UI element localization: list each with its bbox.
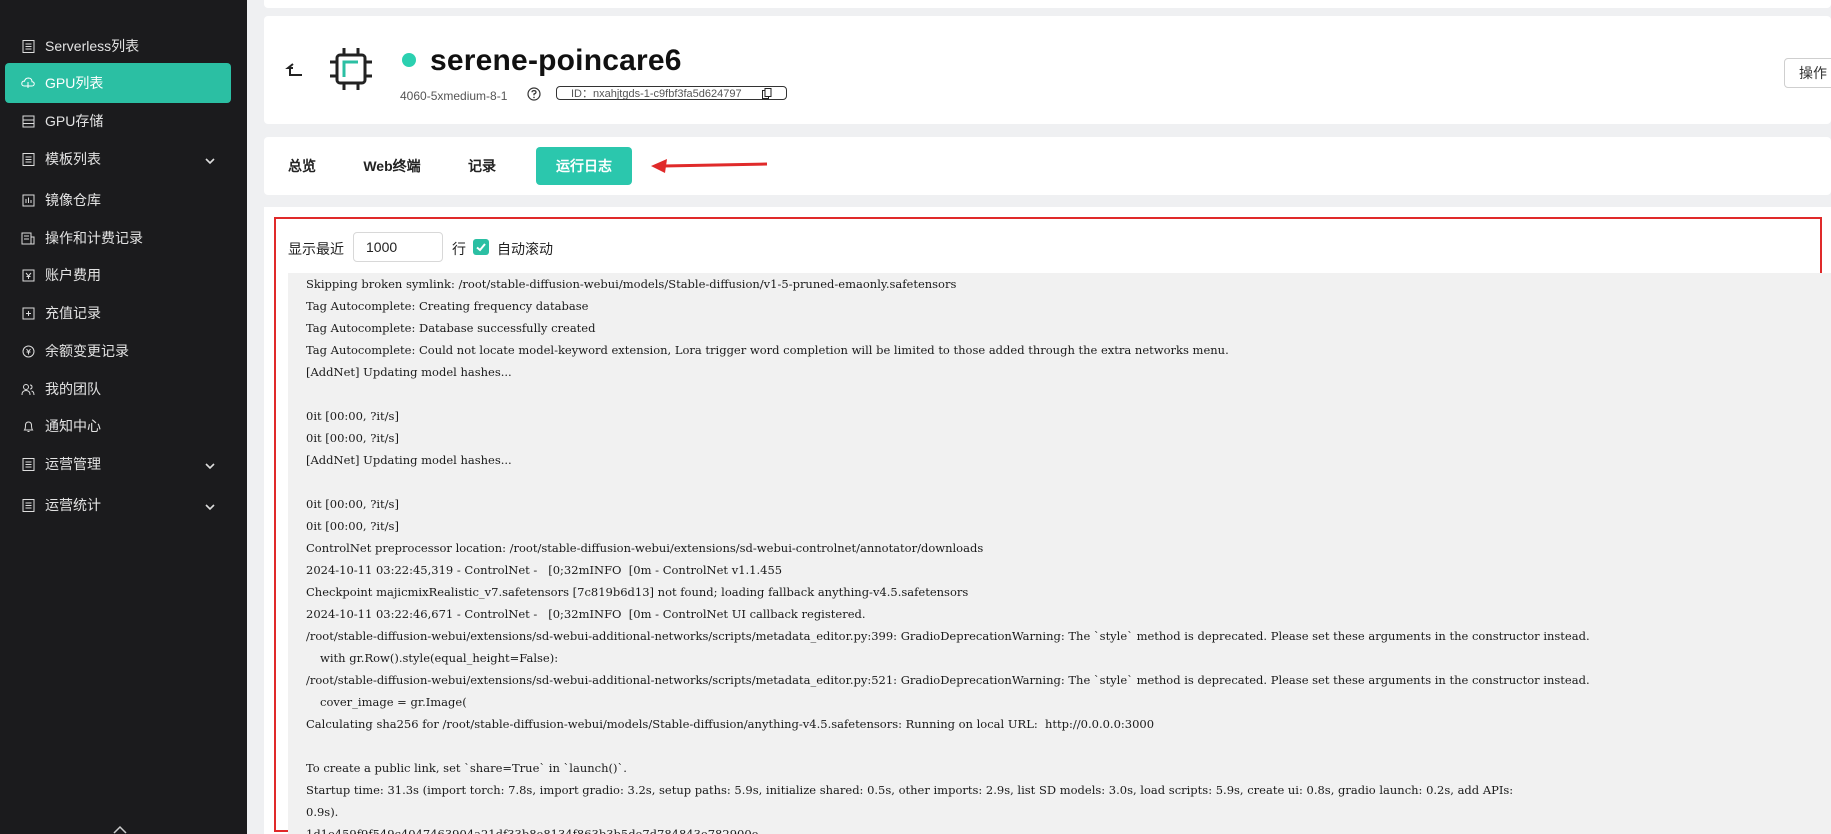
gpu-chip-icon <box>330 48 372 90</box>
sidebar-item-12[interactable]: 运营统计 <box>5 485 231 525</box>
instance-spec: 4060-5xmedium-8-1 <box>400 89 508 103</box>
list-icon <box>21 457 35 471</box>
log-line: 0it [00:00, ?it/s] <box>306 497 399 511</box>
log-line: 0it [00:00, ?it/s] <box>306 519 399 533</box>
sidebar-item-7[interactable]: 充值记录 <box>5 293 231 333</box>
list-icon <box>21 152 35 166</box>
sidebar-item-label: GPU列表 <box>45 75 104 91</box>
bell-icon <box>21 419 35 433</box>
log-line: /root/stable-diffusion-webui/extensions/… <box>306 629 1590 643</box>
sidebar-item-label: Serverless列表 <box>45 38 140 54</box>
sidebar-item-8[interactable]: 余额变更记录 <box>5 331 231 371</box>
sidebar-item-5[interactable]: 操作和计费记录 <box>5 218 231 258</box>
copy-icon[interactable] <box>762 88 772 99</box>
storage-icon <box>21 114 35 128</box>
sidebar-item-label: 镜像仓库 <box>45 192 101 208</box>
line-count-input[interactable] <box>353 232 443 262</box>
coin-icon <box>21 344 35 358</box>
sidebar: Serverless列表 GPU列表 GPU存储模板列表镜像仓库操作和计费记录 账户费… <box>0 0 247 834</box>
sidebar-item-4[interactable]: 镜像仓库 <box>5 180 231 220</box>
sidebar-item-10[interactable]: 通知中心 <box>5 406 231 446</box>
sidebar-item-2[interactable]: GPU存储 <box>5 101 231 141</box>
chevron-down-icon <box>205 152 215 168</box>
operate-button[interactable]: 操作 <box>1784 58 1831 88</box>
tab-overview[interactable]: 总览 <box>274 147 330 185</box>
top-bar <box>264 0 1831 8</box>
log-line: Skipping broken symlink: /root/stable-di… <box>306 277 957 291</box>
chevron-down-icon <box>205 498 215 514</box>
sidebar-item-label: GPU存储 <box>45 113 104 129</box>
chart-icon <box>21 193 35 207</box>
help-icon[interactable] <box>527 87 541 101</box>
recharge-icon <box>21 306 35 320</box>
list-icon <box>21 39 35 53</box>
check-icon <box>476 243 486 252</box>
log-line: 0it [00:00, ?it/s] <box>306 409 399 423</box>
instance-id: ID：nxahjtgds-1-c9fbf3fa5d624797 <box>556 86 787 100</box>
sidebar-item-label: 账户费用 <box>45 267 101 283</box>
lines-unit-label: 行 <box>452 241 466 257</box>
sidebar-item-label: 运营统计 <box>45 497 101 513</box>
instance-header: serene-poincare6 4060-5xmedium-8-1 ID：nx… <box>264 16 1831 124</box>
sidebar-item-1[interactable]: GPU列表 <box>5 63 231 103</box>
auto-scroll-label: 自动滚动 <box>497 241 553 257</box>
sidebar-item-3[interactable]: 模板列表 <box>5 139 231 179</box>
sidebar-item-label: 运营管理 <box>45 456 101 472</box>
log-line: To create a public link, set `share=True… <box>306 761 627 775</box>
log-line: Tag Autocomplete: Could not locate model… <box>306 343 1229 357</box>
log-line: 1d1e459f9f549c4047463904a21df33b8e8134f8… <box>306 827 759 834</box>
log-line: [AddNet] Updating model hashes... <box>306 453 512 467</box>
chevron-down-icon <box>205 457 215 473</box>
list-icon <box>21 498 35 512</box>
show-recent-label: 显示最近 <box>288 241 344 257</box>
log-line: 0it [00:00, ?it/s] <box>306 431 399 445</box>
sidebar-item-label: 通知中心 <box>45 418 101 434</box>
log-line: [AddNet] Updating model hashes... <box>306 365 512 379</box>
log-line: Tag Autocomplete: Creating frequency dat… <box>306 299 589 313</box>
tab-records[interactable]: 记录 <box>452 147 512 185</box>
collapse-sidebar-icon[interactable] <box>110 824 130 834</box>
log-line: Startup time: 31.3s (import torch: 7.8s,… <box>306 783 1514 797</box>
tab-web-terminal[interactable]: Web终端 <box>344 147 440 185</box>
log-line: Calculating sha256 for /root/stable-diff… <box>306 717 1155 731</box>
status-dot <box>402 53 416 67</box>
tab-bar: 总览 Web终端 记录 运行日志 <box>264 137 1831 195</box>
instance-name: serene-poincare6 <box>430 44 682 77</box>
auto-scroll-checkbox[interactable] <box>473 239 489 255</box>
annotation-arrow <box>651 159 768 173</box>
log-line: ControlNet preprocessor location: /root/… <box>306 541 984 555</box>
instance-id-text: ID：nxahjtgds-1-c9fbf3fa5d624797 <box>571 88 742 100</box>
tab-run-logs[interactable]: 运行日志 <box>536 147 632 185</box>
log-line: 2024-10-11 03:22:45,319 - ControlNet - [… <box>306 563 783 577</box>
sidebar-item-label: 模板列表 <box>45 151 101 167</box>
sidebar-item-label: 余额变更记录 <box>45 343 129 359</box>
log-line: 2024-10-11 03:22:46,671 - ControlNet - [… <box>306 607 866 621</box>
log-panel: 显示最近 行 自动滚动 Skipping broken symlink: /ro… <box>264 207 1831 834</box>
bill-icon <box>21 231 35 245</box>
log-line: Tag Autocomplete: Database successfully … <box>306 321 596 335</box>
log-line: with gr.Row().style(equal_height=False): <box>320 651 559 665</box>
back-icon[interactable] <box>284 60 306 82</box>
sidebar-item-11[interactable]: 运营管理 <box>5 444 231 484</box>
cloud-icon <box>21 76 35 90</box>
sidebar-item-label: 操作和计费记录 <box>45 230 143 246</box>
fee-icon <box>21 268 35 282</box>
log-line: /root/stable-diffusion-webui/extensions/… <box>306 673 1590 687</box>
team-icon <box>21 382 35 396</box>
sidebar-item-6[interactable]: 账户费用 <box>5 255 231 295</box>
sidebar-item-9[interactable]: 我的团队 <box>5 369 231 409</box>
log-line: cover_image = gr.Image( <box>320 695 467 709</box>
sidebar-item-label: 我的团队 <box>45 381 101 397</box>
sidebar-item-label: 充值记录 <box>45 305 101 321</box>
log-line: 0.9s). <box>306 805 339 819</box>
sidebar-item-0[interactable]: Serverless列表 <box>5 26 231 66</box>
log-output[interactable]: Skipping broken symlink: /root/stable-di… <box>288 273 1831 834</box>
log-line: Checkpoint majicmixRealistic_v7.safetens… <box>306 585 969 599</box>
